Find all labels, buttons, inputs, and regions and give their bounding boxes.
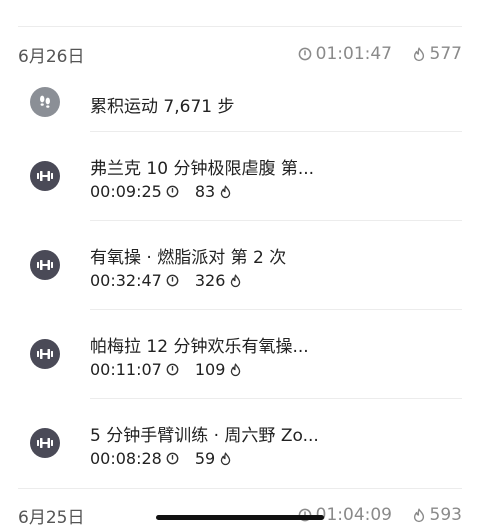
workout-item[interactable]: 帕梅拉 12 分钟欢乐有氧操... 00:11:07 109 bbox=[0, 324, 480, 384]
row-divider bbox=[90, 131, 462, 132]
day-total-kcal-value: 577 bbox=[429, 44, 462, 64]
row-divider bbox=[90, 398, 462, 399]
workout-meta: 00:08:28 59 bbox=[90, 449, 232, 468]
workout-kcal-value: 83 bbox=[194, 182, 216, 201]
section-divider bbox=[18, 488, 462, 489]
day-date: 6月25日 bbox=[18, 507, 85, 528]
flame-icon bbox=[413, 47, 424, 61]
clock-icon bbox=[166, 363, 179, 376]
workout-item[interactable]: 有氧操 · 燃脂派对 第 2 次 00:32:47 326 bbox=[0, 235, 480, 295]
clock-icon bbox=[298, 47, 311, 61]
top-divider bbox=[18, 26, 462, 27]
workout-duration: 00:09:25 bbox=[90, 182, 179, 201]
footprints-icon bbox=[30, 87, 60, 117]
workout-duration-value: 00:32:47 bbox=[90, 271, 162, 290]
workout-kcal-value: 109 bbox=[194, 360, 226, 379]
flame-icon bbox=[413, 508, 424, 522]
day-total-kcal-value: 593 bbox=[429, 505, 462, 525]
workout-title: 有氧操 · 燃脂派对 第 2 次 bbox=[90, 248, 287, 268]
flame-icon bbox=[220, 452, 231, 465]
day-header: 6月25日 01:04:09 593 bbox=[0, 497, 480, 530]
day-total-duration: 01:01:47 bbox=[298, 44, 392, 64]
workout-duration: 00:11:07 bbox=[90, 360, 179, 379]
row-divider bbox=[90, 220, 462, 221]
day-total-duration-value: 01:04:09 bbox=[315, 505, 392, 525]
day-header: 6月26日 01:01:47 577 bbox=[0, 36, 480, 72]
dumbbell-icon bbox=[30, 339, 60, 369]
day-date: 6月26日 bbox=[18, 46, 85, 67]
workout-kcal: 83 bbox=[195, 182, 232, 201]
clock-icon bbox=[166, 185, 179, 198]
home-indicator[interactable] bbox=[156, 515, 324, 520]
workout-title: 弗兰克 10 分钟极限虐腹 第... bbox=[90, 159, 315, 179]
workout-duration-value: 00:11:07 bbox=[90, 360, 162, 379]
workout-kcal: 326 bbox=[195, 271, 243, 290]
workout-meta: 00:09:25 83 bbox=[90, 182, 232, 201]
clock-icon bbox=[166, 452, 179, 465]
day-total-duration-value: 01:01:47 bbox=[315, 44, 392, 64]
steps-summary-text: 累积运动 7,671 步 bbox=[90, 97, 235, 117]
flame-icon bbox=[231, 363, 241, 376]
workout-duration: 00:32:47 bbox=[90, 271, 179, 290]
flame-icon bbox=[231, 274, 241, 287]
day-total-kcal: 577 bbox=[412, 44, 462, 64]
workout-title: 5 分钟手臂训练 · 周六野 Zo... bbox=[90, 426, 319, 446]
flame-icon bbox=[220, 185, 231, 198]
workout-item[interactable]: 5 分钟手臂训练 · 周六野 Zo... 00:08:28 59 bbox=[0, 413, 480, 473]
workout-kcal: 109 bbox=[195, 360, 243, 379]
workout-item[interactable]: 弗兰克 10 分钟极限虐腹 第... 00:09:25 83 bbox=[0, 146, 480, 206]
dumbbell-icon bbox=[30, 161, 60, 191]
workout-kcal: 59 bbox=[195, 449, 232, 468]
workout-duration: 00:08:28 bbox=[90, 449, 179, 468]
workout-duration-value: 00:09:25 bbox=[90, 182, 162, 201]
day-total-kcal: 593 bbox=[412, 505, 462, 525]
clock-icon bbox=[166, 274, 179, 287]
steps-summary-row[interactable]: 累积运动 7,671 步 bbox=[0, 84, 480, 120]
dumbbell-icon bbox=[30, 428, 60, 458]
workout-meta: 00:32:47 326 bbox=[90, 271, 242, 290]
dumbbell-icon bbox=[30, 250, 60, 280]
workout-meta: 00:11:07 109 bbox=[90, 360, 242, 379]
workout-kcal-value: 326 bbox=[194, 271, 226, 290]
workout-kcal-value: 59 bbox=[194, 449, 216, 468]
workout-duration-value: 00:08:28 bbox=[90, 449, 162, 468]
workout-title: 帕梅拉 12 分钟欢乐有氧操... bbox=[90, 337, 309, 357]
row-divider bbox=[90, 309, 462, 310]
